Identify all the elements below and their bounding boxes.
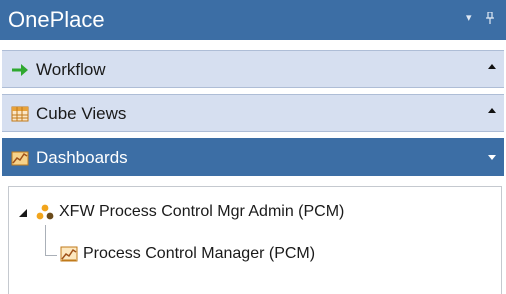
tree-node-root-label: XFW Process Control Mgr Admin (PCM) xyxy=(59,203,345,220)
collapse-caret-icon[interactable] xyxy=(488,108,496,113)
section-dashboards-label: Dashboards xyxy=(36,148,128,167)
section-workflow[interactable]: Workflow xyxy=(2,50,504,88)
oneplace-panel: OnePlace ▾ Workflow Cube Views Dashboard… xyxy=(0,0,506,294)
chart-icon xyxy=(10,148,30,168)
tree-connector xyxy=(45,225,46,255)
cluster-dots-icon xyxy=(35,202,55,222)
panel-titlebar: OnePlace ▾ xyxy=(0,0,506,40)
section-dashboards[interactable]: Dashboards xyxy=(2,138,504,176)
section-cube-views[interactable]: Cube Views xyxy=(2,94,504,132)
dashboard-tree: XFW Process Control Mgr Admin (PCM) Proc… xyxy=(8,186,502,294)
panel-menu-dropdown-icon[interactable]: ▾ xyxy=(466,12,472,24)
section-cube-views-label: Cube Views xyxy=(36,104,127,123)
tree-node-child-label: Process Control Manager (PCM) xyxy=(83,245,316,262)
collapse-caret-icon[interactable] xyxy=(488,64,496,69)
expand-caret-icon[interactable] xyxy=(488,155,496,160)
section-workflow-label: Workflow xyxy=(36,60,106,79)
panel-title: OnePlace xyxy=(8,7,105,32)
tree-connector xyxy=(45,255,57,256)
green-arrow-icon xyxy=(10,60,30,80)
dashboard-chart-icon xyxy=(59,244,79,264)
grid-table-icon xyxy=(10,104,30,124)
pin-icon[interactable] xyxy=(486,11,494,27)
tree-expander-icon[interactable] xyxy=(19,209,27,217)
